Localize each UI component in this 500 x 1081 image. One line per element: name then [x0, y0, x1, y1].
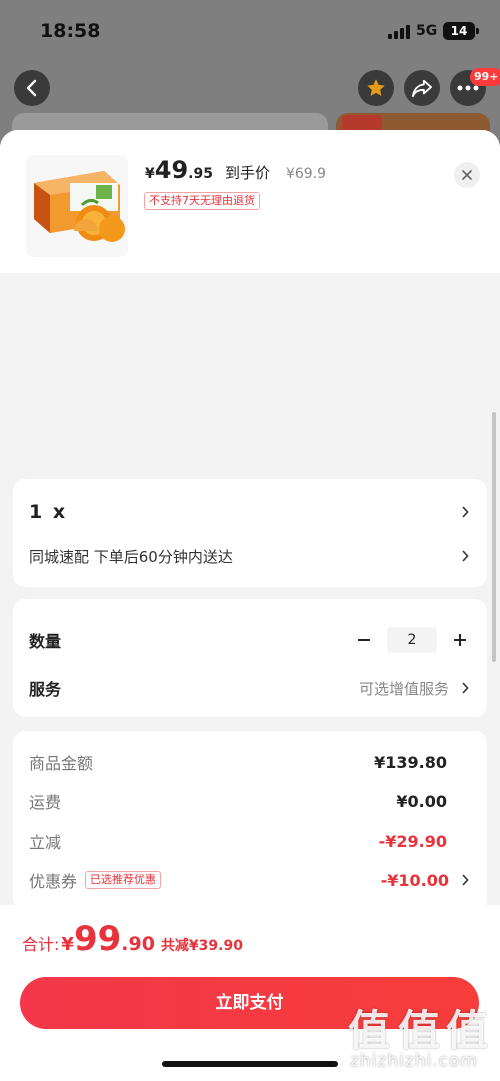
coupon-label: 优惠券: [29, 872, 78, 891]
total-label: 合计:: [22, 935, 60, 954]
increase-button[interactable]: [449, 629, 471, 651]
original-price: ¥69.9: [285, 166, 327, 182]
minus-icon: [358, 639, 370, 641]
cost-label: 立减: [29, 833, 62, 852]
coupon-value: -¥10.00: [380, 870, 449, 890]
total-currency: ¥: [61, 934, 74, 955]
watermark: 值 值 值 zhizhizhi.com: [340, 995, 500, 1081]
close-button[interactable]: [454, 162, 480, 188]
quantity-service-card: 数量 2 服务 可选增值服务: [13, 599, 487, 717]
status-bar: 18:58 5G 14: [0, 0, 500, 62]
quantity-label: 数量: [29, 632, 62, 651]
chevron-right-icon: [459, 505, 471, 519]
watermark-glyph: 值: [398, 1006, 441, 1055]
total-integer: 99: [73, 919, 122, 959]
back-button[interactable]: [14, 70, 50, 106]
cost-label: 运费: [29, 793, 62, 812]
star-icon: [367, 79, 385, 96]
chevron-left-icon: [26, 79, 37, 97]
battery-icon: 14: [443, 22, 479, 40]
product-header: ¥ 49 .95 到手价 ¥69.9 不支持7天无理由退货: [0, 130, 500, 273]
spec-quantity: 1 x: [29, 501, 68, 523]
chevron-right-icon: [459, 681, 471, 695]
watermark-glyph: 值: [446, 1006, 489, 1055]
cost-label: 商品金额: [29, 754, 94, 773]
share-icon: [411, 79, 432, 98]
watermark-glyph: 值: [348, 1006, 391, 1055]
price-currency: ¥: [145, 166, 155, 182]
chevron-right-icon: [459, 549, 471, 563]
status-time: 18:58: [40, 20, 101, 42]
more-dots-icon: [457, 85, 479, 91]
delivery-row[interactable]: 同城速配 下单后60分钟内送达: [29, 541, 471, 571]
spec-row[interactable]: 1 x: [29, 497, 471, 527]
cost-value: ¥0.00: [396, 791, 447, 811]
home-indicator[interactable]: [162, 1061, 338, 1067]
watermark-site: zhizhizhi.com: [350, 1051, 478, 1071]
close-icon: [462, 170, 472, 180]
signal-icon: [388, 25, 410, 39]
cost-row: 立减 -¥29.90: [29, 826, 471, 856]
total-saved: 共减¥39.90: [160, 938, 243, 954]
price-integer: 49: [154, 156, 189, 184]
scrollbar[interactable]: [492, 412, 496, 662]
product-image: [26, 155, 128, 257]
service-label: 服务: [29, 680, 62, 699]
cart-badge: 99+: [470, 68, 500, 86]
total-row: 合计: ¥ 99 .90 共减¥39.90: [22, 919, 243, 959]
decrease-button[interactable]: [353, 629, 375, 651]
return-policy-tag: 不支持7天无理由退货: [144, 192, 260, 210]
chevron-right-icon: [459, 873, 471, 887]
cost-row: 商品金额 ¥139.80: [29, 747, 471, 777]
price-row: ¥ 49 .95 到手价 ¥69.9: [145, 156, 326, 184]
quantity-row: 数量 2: [29, 625, 471, 655]
discount-value: -¥29.90: [378, 831, 447, 851]
service-row[interactable]: 服务 可选增值服务: [29, 673, 471, 703]
price-label: 到手价: [224, 164, 270, 182]
total-decimal: .90: [121, 933, 155, 955]
spec-card: 1 x 同城速配 下单后60分钟内送达: [13, 479, 487, 587]
price-decimal: .95: [188, 166, 213, 182]
service-value: 可选增值服务: [358, 679, 449, 698]
cost-value: ¥139.80: [374, 752, 447, 772]
delivery-text: 同城速配 下单后60分钟内送达: [29, 547, 233, 566]
coupon-row[interactable]: 优惠券 已选推荐优惠 -¥10.00: [29, 865, 471, 895]
quantity-input[interactable]: 2: [387, 627, 437, 653]
coupon-tag: 已选推荐优惠: [85, 871, 162, 889]
share-button[interactable]: [404, 70, 440, 106]
plus-icon: [454, 634, 466, 646]
network-label: 5G: [416, 23, 438, 39]
cost-row: 运费 ¥0.00: [29, 786, 471, 816]
cost-breakdown-card: 商品金额 ¥139.80 运费 ¥0.00 立减 -¥29.90 优惠券 已选推…: [13, 731, 487, 911]
favorite-button[interactable]: [358, 70, 394, 106]
quantity-stepper: 2: [353, 627, 471, 653]
